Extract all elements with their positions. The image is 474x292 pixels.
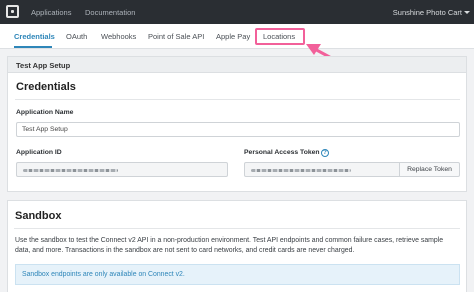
- sandbox-heading: Sandbox: [15, 210, 62, 222]
- square-logo-icon[interactable]: [6, 5, 19, 18]
- card-header: Test App Setup: [8, 57, 466, 73]
- tab-oauth[interactable]: OAuth: [66, 32, 87, 41]
- application-name-input[interactable]: Test App Setup: [16, 122, 460, 137]
- active-tab-indicator: [14, 46, 52, 48]
- obscured-value: [251, 169, 351, 172]
- nav-applications[interactable]: Applications: [31, 8, 71, 17]
- section-divider: [15, 99, 460, 100]
- app-setup-card: Test App Setup Credentials Application N…: [7, 56, 467, 192]
- sandbox-description: Use the sandbox to test the Connect v2 A…: [15, 237, 444, 254]
- application-id-field[interactable]: [16, 162, 228, 177]
- tab-credentials[interactable]: Credentials: [14, 32, 55, 41]
- card-header-title: Test App Setup: [16, 61, 71, 70]
- tab-webhooks[interactable]: Webhooks: [101, 32, 136, 41]
- help-icon[interactable]: ?: [321, 149, 329, 157]
- account-menu[interactable]: Sunshine Photo Cart: [393, 8, 462, 17]
- obscured-value: [23, 169, 118, 172]
- replace-token-button[interactable]: Replace Token: [399, 162, 460, 177]
- personal-access-token-label: Personal Access Token: [244, 149, 320, 156]
- tab-bar: Credentials OAuth Webhooks Point of Sale…: [0, 24, 474, 49]
- nav-documentation[interactable]: Documentation: [85, 8, 135, 17]
- locations-tab-highlight: [255, 28, 305, 45]
- application-id-label: Application ID: [16, 149, 62, 156]
- chevron-down-icon[interactable]: [464, 11, 470, 14]
- personal-access-token-field[interactable]: [244, 162, 400, 177]
- section-divider: [14, 228, 460, 229]
- credentials-heading: Credentials: [16, 81, 76, 93]
- tab-point-of-sale-api[interactable]: Point of Sale API: [148, 32, 204, 41]
- sandbox-notice: Sandbox endpoints are only available on …: [15, 264, 460, 285]
- tab-apple-pay[interactable]: Apple Pay: [216, 32, 250, 41]
- top-navigation-bar: Applications Documentation Sunshine Phot…: [0, 0, 474, 24]
- application-name-label: Application Name: [16, 109, 74, 116]
